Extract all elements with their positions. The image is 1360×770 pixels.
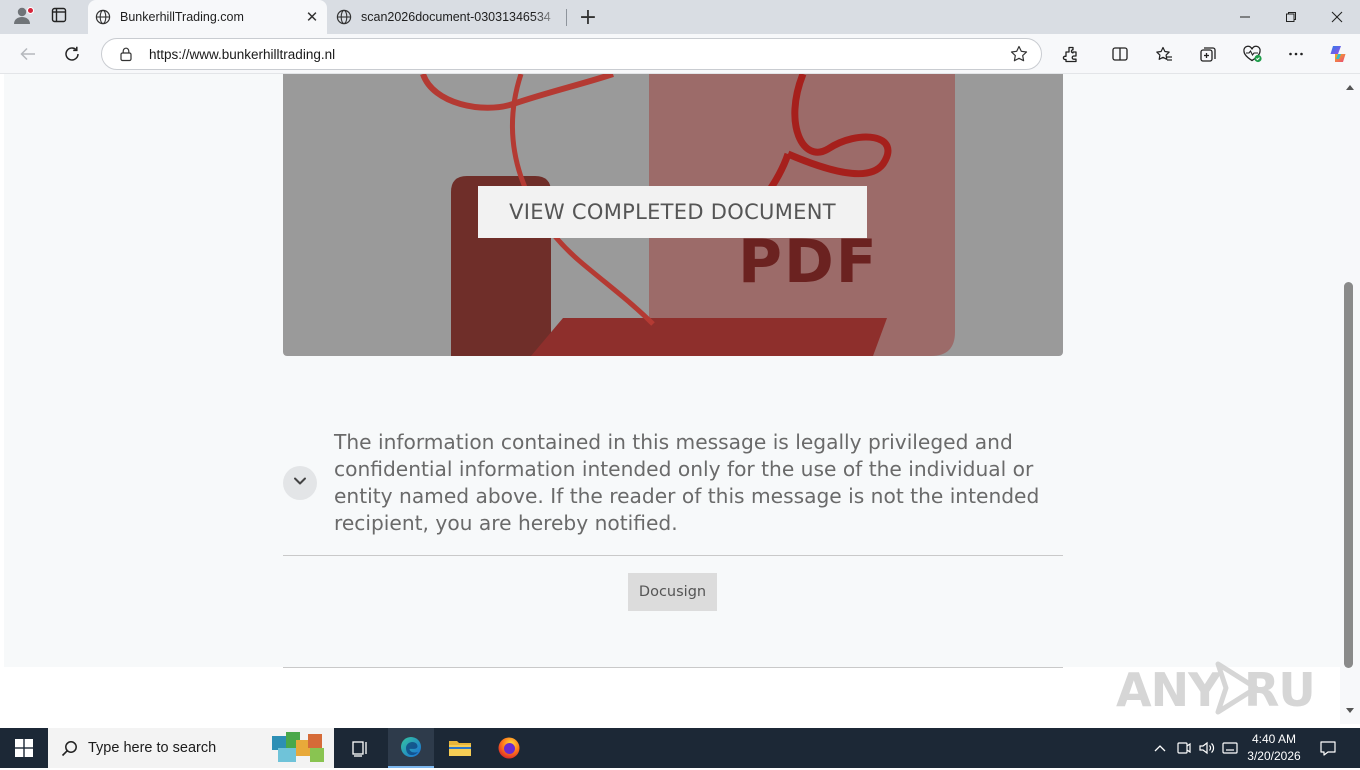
extensions-button[interactable] [1056,39,1086,69]
windows-taskbar: Type here to search 4:40 AM 3/20/2026 [0,728,1360,768]
scroll-up-arrow-icon[interactable] [1340,80,1360,94]
tab-actions-icon [51,7,67,27]
confidentiality-disclaimer: The information contained in this messag… [334,430,1040,535]
taskbar-firefox-button[interactable] [486,728,532,768]
svg-text:ANY: ANY [1116,663,1222,717]
taskbar-clock[interactable]: 4:40 AM 3/20/2026 [1240,731,1308,765]
tab-title: scan2026document-03031346534 [361,10,551,24]
tab-title: BunkerhillTrading.com [120,10,244,24]
lock-icon[interactable] [118,46,134,66]
clock-time: 4:40 AM [1251,732,1297,746]
docusign-button[interactable]: Docusign [628,573,717,611]
windows-logo-icon [15,739,33,757]
firefox-icon [498,737,520,759]
chevron-up-icon [1154,745,1166,752]
globe-icon [95,9,111,25]
copilot-button[interactable] [1323,39,1353,69]
view-completed-document-button[interactable]: VIEW COMPLETED DOCUMENT [478,186,867,238]
volume-icon [1199,741,1215,755]
show-hidden-icons-button[interactable] [1150,728,1170,768]
svg-text:RUN: RUN [1244,663,1316,717]
close-tab-icon[interactable]: ✕ [303,8,321,26]
footer-divider [283,667,1063,668]
search-icon [61,740,78,757]
minimize-button[interactable] [1222,0,1268,34]
restore-button[interactable] [1268,0,1314,34]
url-text[interactable]: https://www.bunkerhilltrading.nl [149,47,335,62]
tray-meet-now-button[interactable] [1174,728,1194,768]
tab-divider [566,9,567,26]
anyrun-watermark: ANY RUN [1116,656,1353,724]
chevron-down-icon [292,473,308,493]
browser-essentials-button[interactable] [1237,39,1267,69]
collections-button[interactable] [1193,39,1223,69]
keyboard-icon [1222,742,1238,754]
notification-icon [1320,741,1336,756]
browser-tab-strip: BunkerhillTrading.com ✕ scan2026document… [0,0,1360,34]
page-viewport: PDF VIEW COMPLETED DOCUMENT The informat… [0,74,1360,724]
task-view-icon [352,741,367,757]
start-button[interactable] [0,728,48,768]
taskbar-search-box[interactable]: Type here to search [48,728,334,768]
favorites-button[interactable] [1149,39,1179,69]
search-placeholder: Type here to search [88,740,217,756]
task-view-button[interactable] [338,728,382,768]
taskbar-file-explorer-button[interactable] [438,728,482,768]
clock-date: 3/20/2026 [1247,749,1301,763]
edge-icon [401,737,421,757]
profile-button[interactable] [8,4,36,30]
notification-center-button[interactable] [1314,728,1342,768]
tab-bunkerhilltrading[interactable]: BunkerhillTrading.com ✕ [88,0,327,34]
section-divider [283,555,1063,556]
taskbar-edge-button[interactable] [388,728,434,768]
favorite-star-icon[interactable] [1009,44,1029,64]
back-button[interactable] [13,39,43,69]
expand-disclaimer-button[interactable] [283,466,317,500]
search-highlight-puzzle-icon [266,730,328,770]
scroll-down-arrow-icon[interactable] [1340,704,1360,718]
network-icon [1177,742,1191,754]
close-window-button[interactable] [1314,0,1360,34]
tab-scan-document[interactable]: scan2026document-03031346534 [329,0,564,34]
notification-dot-icon [27,7,34,14]
tray-volume-button[interactable] [1196,728,1218,768]
folder-icon [449,741,471,756]
scrollbar-thumb[interactable] [1344,282,1353,668]
refresh-button[interactable] [57,39,87,69]
settings-more-button[interactable] [1281,39,1311,69]
new-tab-button[interactable]: + [575,4,601,30]
split-screen-button[interactable] [1105,39,1135,69]
address-bar[interactable]: https://www.bunkerhilltrading.nl [101,38,1042,70]
globe-icon [336,9,352,25]
browser-toolbar: https://www.bunkerhilltrading.nl [0,34,1360,74]
tab-actions-button[interactable] [44,4,74,30]
tray-input-button[interactable] [1220,728,1240,768]
